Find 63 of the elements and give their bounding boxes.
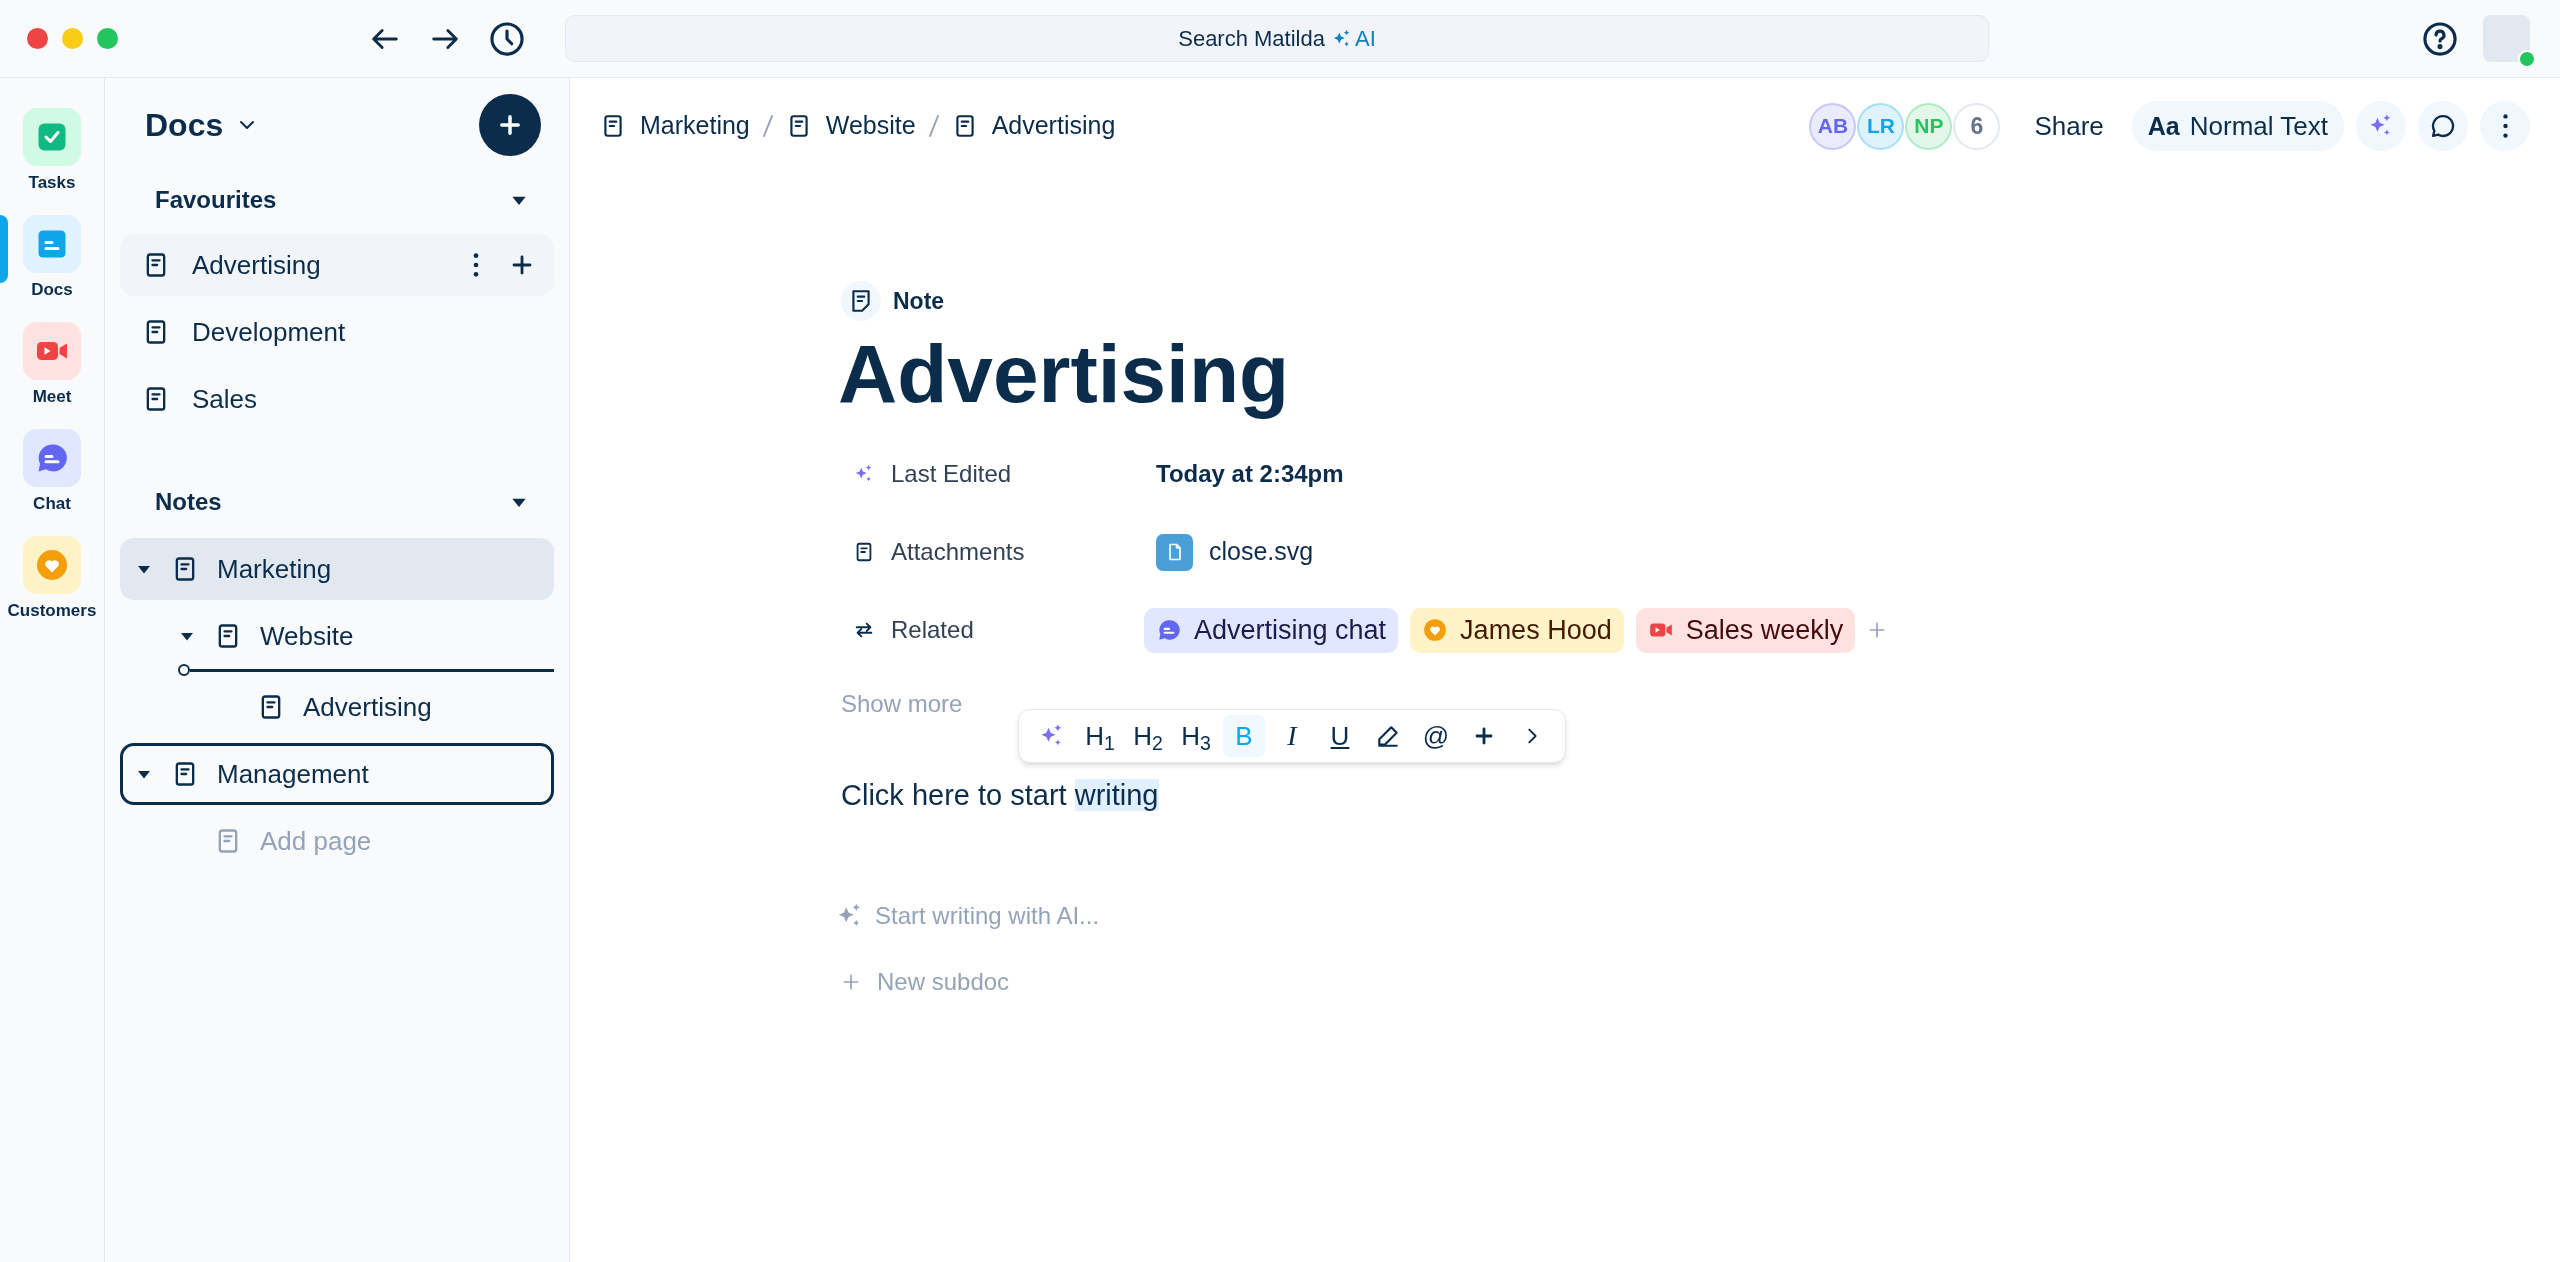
document-title[interactable]: Advertising xyxy=(838,324,1290,424)
ai-label: AI xyxy=(1354,25,1376,53)
comment-button[interactable] xyxy=(2418,101,2468,151)
italic-button[interactable]: I xyxy=(1271,715,1313,757)
slash-separator-icon xyxy=(927,114,940,138)
breadcrumb-link[interactable]: Website xyxy=(785,107,916,145)
more-collaborators-count[interactable]: 6 xyxy=(1953,102,2001,150)
related-chip[interactable]: Sales weekly xyxy=(1635,607,1856,653)
related-chip[interactable]: James Hood xyxy=(1410,607,1624,653)
tree-item[interactable]: Management xyxy=(120,743,554,805)
breadcrumb-link[interactable]: Marketing xyxy=(600,107,750,145)
rail-label: Tasks xyxy=(28,174,76,191)
plus-icon[interactable] xyxy=(510,253,534,277)
search-bar[interactable]: Search Matilda AI xyxy=(565,15,1989,62)
format-button[interactable]: @ xyxy=(1415,715,1457,757)
more-options-icon[interactable] xyxy=(472,251,480,279)
breadcrumb-link[interactable]: Advertising xyxy=(951,107,1116,145)
active-indicator xyxy=(0,215,8,283)
format-button[interactable]: H$_{1}$ xyxy=(1079,715,1121,757)
underline-button[interactable]: U xyxy=(1319,715,1361,757)
rail-label: Meet xyxy=(32,388,72,405)
search-placeholder: Search Matilda xyxy=(1178,25,1325,53)
related-chip[interactable]: Advertising chat xyxy=(1144,607,1399,653)
property-label: Related xyxy=(891,615,974,645)
rail-item[interactable]: Customers xyxy=(0,536,105,619)
rail-item[interactable]: Docs xyxy=(0,215,105,298)
rail-label: Customers xyxy=(7,602,97,619)
section-heading: Notes xyxy=(155,487,222,517)
tree-item[interactable]: Website xyxy=(120,605,554,667)
attachment-link[interactable]: close.svg xyxy=(1156,533,1314,571)
rail-label: Docs xyxy=(31,281,73,298)
more-options-button[interactable] xyxy=(2480,101,2530,151)
property-label: Last Edited xyxy=(891,459,1012,489)
rail-label: Chat xyxy=(33,495,71,512)
document-type-label: Note xyxy=(893,286,945,316)
more-options-icon xyxy=(2501,113,2509,139)
tree-item[interactable]: Marketing xyxy=(120,538,554,600)
help-icon[interactable] xyxy=(2421,19,2459,58)
text-style-button[interactable]: Aa Normal Text xyxy=(2131,101,2344,151)
body-text[interactable]: Click here to start writing xyxy=(841,774,1159,816)
format-button[interactable]: H$_{3}$ xyxy=(1175,715,1217,757)
rail-item[interactable]: Meet xyxy=(0,322,105,405)
property-label: Attachments xyxy=(891,537,1025,567)
close-window-button[interactable] xyxy=(27,28,48,49)
share-button[interactable]: Share xyxy=(2026,106,2112,146)
section-heading: Favourites xyxy=(155,185,277,215)
speech-bubble-icon xyxy=(2429,112,2457,140)
slash-separator-icon xyxy=(761,114,774,138)
collaborator-avatar[interactable]: AB xyxy=(1809,102,1857,150)
sidebar-title[interactable]: Docs xyxy=(145,101,224,149)
property-value: Today at 2:34pm xyxy=(1156,459,1344,489)
favourite-item[interactable]: Sales xyxy=(120,368,554,430)
pencil-icon xyxy=(1375,723,1401,749)
text-style-icon: Aa xyxy=(2147,113,2180,139)
history-clock-icon[interactable] xyxy=(488,19,526,58)
format-button[interactable]: H$_{2}$ xyxy=(1127,715,1169,757)
plus-icon xyxy=(841,972,861,992)
ai-button[interactable] xyxy=(2356,101,2406,151)
favourite-item[interactable]: Advertising xyxy=(120,234,554,296)
tree-item[interactable]: Advertising xyxy=(120,676,554,738)
rail-item[interactable]: Chat xyxy=(0,429,105,512)
rail-item[interactable]: Tasks xyxy=(0,108,105,191)
favourite-item[interactable]: Development xyxy=(120,301,554,363)
